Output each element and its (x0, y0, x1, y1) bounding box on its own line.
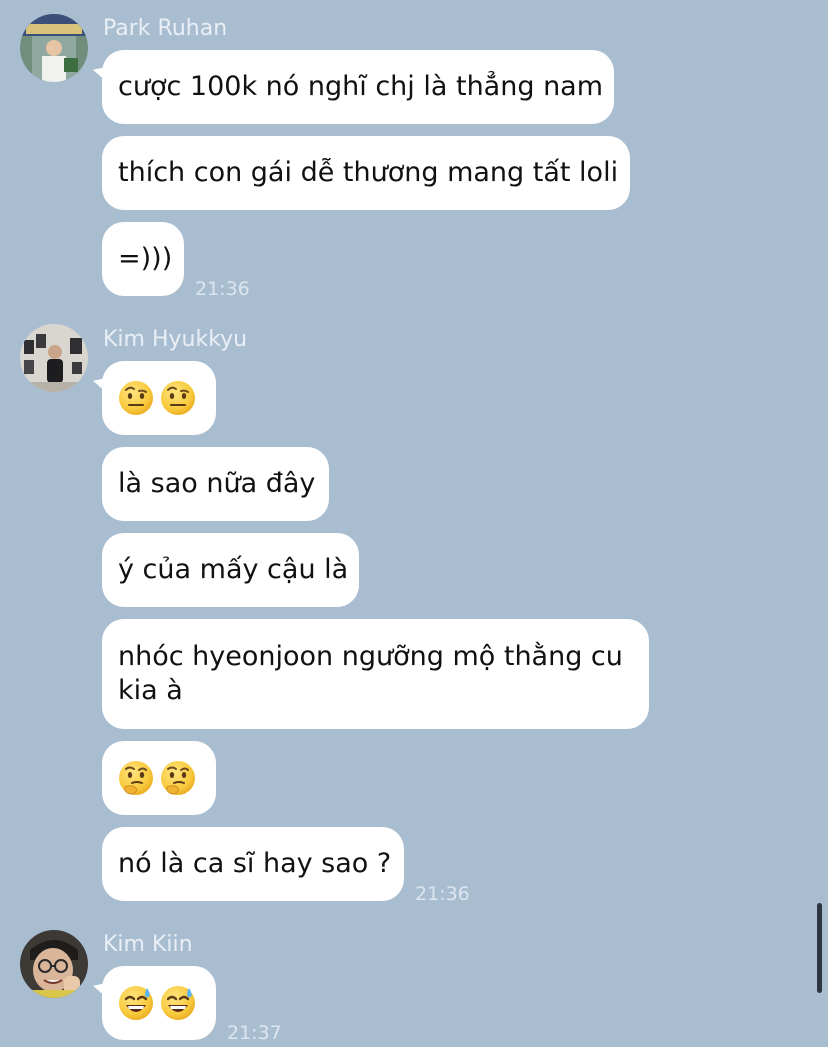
message-text: =))) (118, 243, 173, 274)
message-text: cược 100k nó nghĩ chj là thẳng nam (118, 71, 604, 102)
raised-eyebrow-face-icon (119, 381, 153, 415)
message-timestamp: 21:37 (227, 1022, 282, 1044)
avatar-photo-icon (20, 14, 88, 82)
message-timestamp: 21:36 (415, 883, 470, 905)
avatar-photo-icon (20, 930, 88, 998)
sender-name: Kim Kiin (103, 932, 193, 957)
kim-hyukkyu-avatar[interactable] (20, 324, 88, 392)
sender-name: Kim Hyukkyu (103, 327, 248, 352)
message-text: nhóc hyeonjoon ngưỡng mộ thằng cu kia à (118, 641, 623, 706)
emoji-row (118, 760, 196, 796)
raised-eyebrow-face-icon (161, 381, 195, 415)
message-text: là sao nữa đây (118, 468, 316, 499)
chat-area[interactable]: Park Ruhan cược 100k nó nghĩ chj là thẳn… (0, 0, 828, 1047)
thinking-face-icon (161, 761, 195, 795)
sender-name: Park Ruhan (103, 16, 228, 41)
kim-kiin-avatar[interactable] (20, 930, 88, 998)
message-bubble[interactable]: ý của mấy cậu là (102, 533, 359, 607)
message-text: thích con gái dễ thương mang tất loli (118, 157, 619, 188)
avatar-photo-icon (20, 324, 88, 392)
message-bubble[interactable]: là sao nữa đây (102, 447, 329, 521)
message-bubble[interactable]: nhóc hyeonjoon ngưỡng mộ thằng cu kia à (102, 619, 649, 729)
emoji-row (118, 380, 196, 416)
message-bubble[interactable]: nó là ca sĩ hay sao ? (102, 827, 404, 901)
grinning-sweat-face-icon (161, 986, 195, 1020)
park-ruhan-avatar[interactable] (20, 14, 88, 82)
message-bubble[interactable]: =))) (102, 222, 184, 296)
emoji-row (118, 985, 196, 1021)
emoji-bubble[interactable] (102, 361, 216, 435)
message-bubble[interactable]: cược 100k nó nghĩ chj là thẳng nam (102, 50, 614, 124)
grinning-sweat-face-icon (119, 986, 153, 1020)
message-bubble[interactable]: thích con gái dễ thương mang tất loli (102, 136, 630, 210)
scrollbar[interactable] (817, 903, 822, 993)
message-text: ý của mấy cậu là (118, 554, 349, 585)
message-timestamp: 21:36 (195, 278, 250, 300)
message-text: nó là ca sĩ hay sao ? (118, 848, 392, 879)
thinking-face-icon (119, 761, 153, 795)
emoji-bubble[interactable] (102, 741, 216, 815)
emoji-bubble[interactable] (102, 966, 216, 1040)
